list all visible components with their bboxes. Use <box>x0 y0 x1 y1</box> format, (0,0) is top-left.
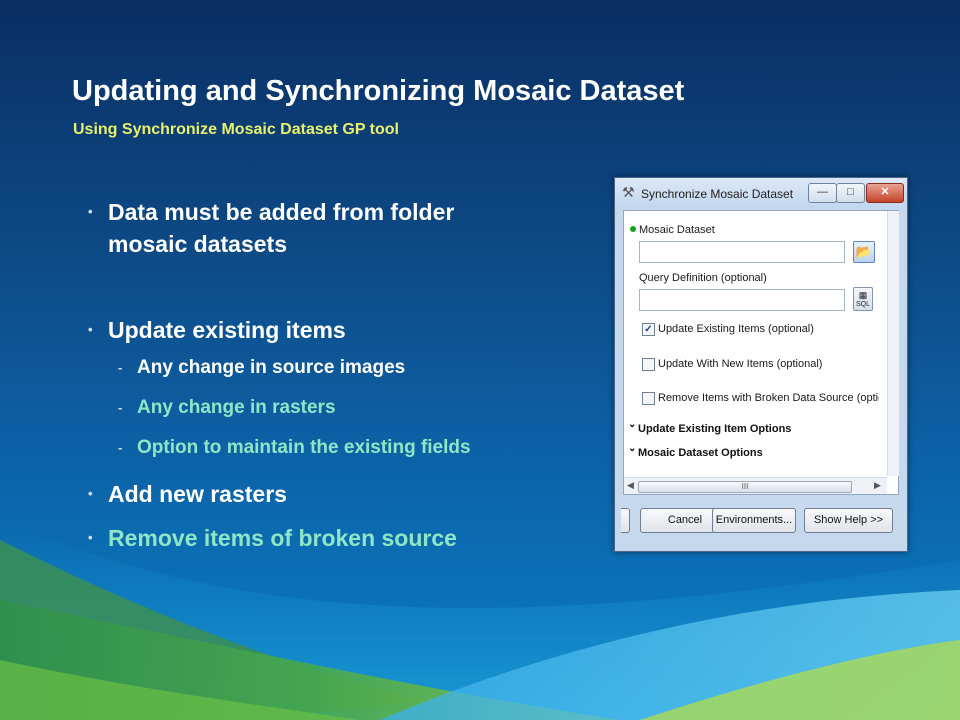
section-update-existing-options[interactable]: ⌄ Update Existing Item Options <box>628 419 792 435</box>
bullet-item: • Data must be added from folder mosaic … <box>88 196 538 260</box>
bullet-text: Data must be added from folder mosaic da… <box>108 199 455 257</box>
required-dot-icon <box>630 226 636 232</box>
close-button[interactable]: ✕ <box>866 183 904 203</box>
bullet-dot-icon: • <box>88 530 93 545</box>
maximize-button[interactable]: □ <box>836 183 865 203</box>
sub-bullet-text: Any change in rasters <box>137 397 336 418</box>
query-definition-input[interactable] <box>639 289 845 311</box>
horizontal-scrollbar[interactable]: ◀ III ▶ <box>624 477 887 494</box>
minimize-icon: — <box>817 186 828 198</box>
open-folder-icon: 📂 <box>855 244 873 259</box>
sub-bullet-item: - Any change in source images <box>118 356 405 380</box>
bullet-item: • Add new rasters <box>88 478 287 510</box>
chevron-double-down-icon: ⌄ <box>628 419 637 430</box>
bullet-dot-icon: • <box>88 322 93 337</box>
checkbox-label: Update Existing Items (optional) <box>658 323 814 335</box>
bullet-item: • Update existing items <box>88 314 346 346</box>
bullet-text: Update existing items <box>108 317 346 343</box>
update-new-items-checkbox[interactable] <box>642 358 655 371</box>
section-mosaic-dataset-options[interactable]: ⌄ Mosaic Dataset Options <box>628 443 763 459</box>
minimize-button[interactable]: — <box>808 183 837 203</box>
sql-button[interactable]: ▦ SQL <box>853 287 873 311</box>
dialog-titlebar[interactable]: ⚒ Synchronize Mosaic Dataset — □ ✕ <box>615 178 907 208</box>
vertical-scrollbar[interactable] <box>887 211 899 476</box>
dash-icon: - <box>118 400 123 415</box>
table-icon: ▦ <box>858 290 868 300</box>
environments-button[interactable]: Environments... <box>712 508 796 533</box>
sub-bullet-item: - Option to maintain the existing fields <box>118 436 471 460</box>
dialog-title: Synchronize Mosaic Dataset <box>641 187 794 201</box>
bullet-dot-icon: • <box>88 204 93 219</box>
sql-label: SQL <box>855 301 870 308</box>
chevron-double-down-icon: ⌄ <box>628 443 637 454</box>
scroll-thumb[interactable]: III <box>638 481 852 493</box>
synchronize-dialog: ⚒ Synchronize Mosaic Dataset — □ ✕ Mosai… <box>614 177 908 552</box>
parameters-panel: Mosaic Dataset 📂 Query Definition (optio… <box>623 210 899 495</box>
bullet-dot-icon: • <box>88 486 93 501</box>
mosaic-dataset-label: Mosaic Dataset <box>639 224 715 236</box>
section-label: Update Existing Item Options <box>638 423 792 435</box>
mosaic-dataset-input[interactable] <box>639 241 845 263</box>
close-icon: ✕ <box>880 186 890 198</box>
scroll-right-icon[interactable]: ▶ <box>874 480 881 491</box>
hammer-icon: ⚒ <box>622 184 635 200</box>
ok-button-partial[interactable] <box>621 508 630 533</box>
update-existing-checkbox[interactable]: ✓ <box>642 323 655 336</box>
checkbox-label: Remove Items with Broken Data Source (op… <box>658 392 879 404</box>
slide-title: Updating and Synchronizing Mosaic Datase… <box>72 75 685 107</box>
scroll-left-icon[interactable]: ◀ <box>627 480 634 491</box>
slide-subtitle: Using Synchronize Mosaic Dataset GP tool <box>73 121 399 138</box>
sub-bullet-text: Any change in source images <box>137 357 406 378</box>
remove-broken-checkbox[interactable] <box>642 392 655 405</box>
dash-icon: - <box>118 440 123 455</box>
show-help-button[interactable]: Show Help >> <box>804 508 893 533</box>
section-label: Mosaic Dataset Options <box>638 447 763 459</box>
dash-icon: - <box>118 360 123 375</box>
sub-bullet-text: Option to maintain the existing fields <box>137 437 471 458</box>
maximize-icon: □ <box>847 186 854 198</box>
bullet-item: • Remove items of broken source <box>88 522 457 554</box>
sub-bullet-item: - Any change in rasters <box>118 396 336 420</box>
browse-folder-button[interactable]: 📂 <box>853 241 875 263</box>
bullet-text: Add new rasters <box>108 481 287 507</box>
bullet-text: Remove items of broken source <box>108 525 457 551</box>
checkbox-label: Update With New Items (optional) <box>658 358 823 370</box>
query-definition-label: Query Definition (optional) <box>639 272 767 284</box>
